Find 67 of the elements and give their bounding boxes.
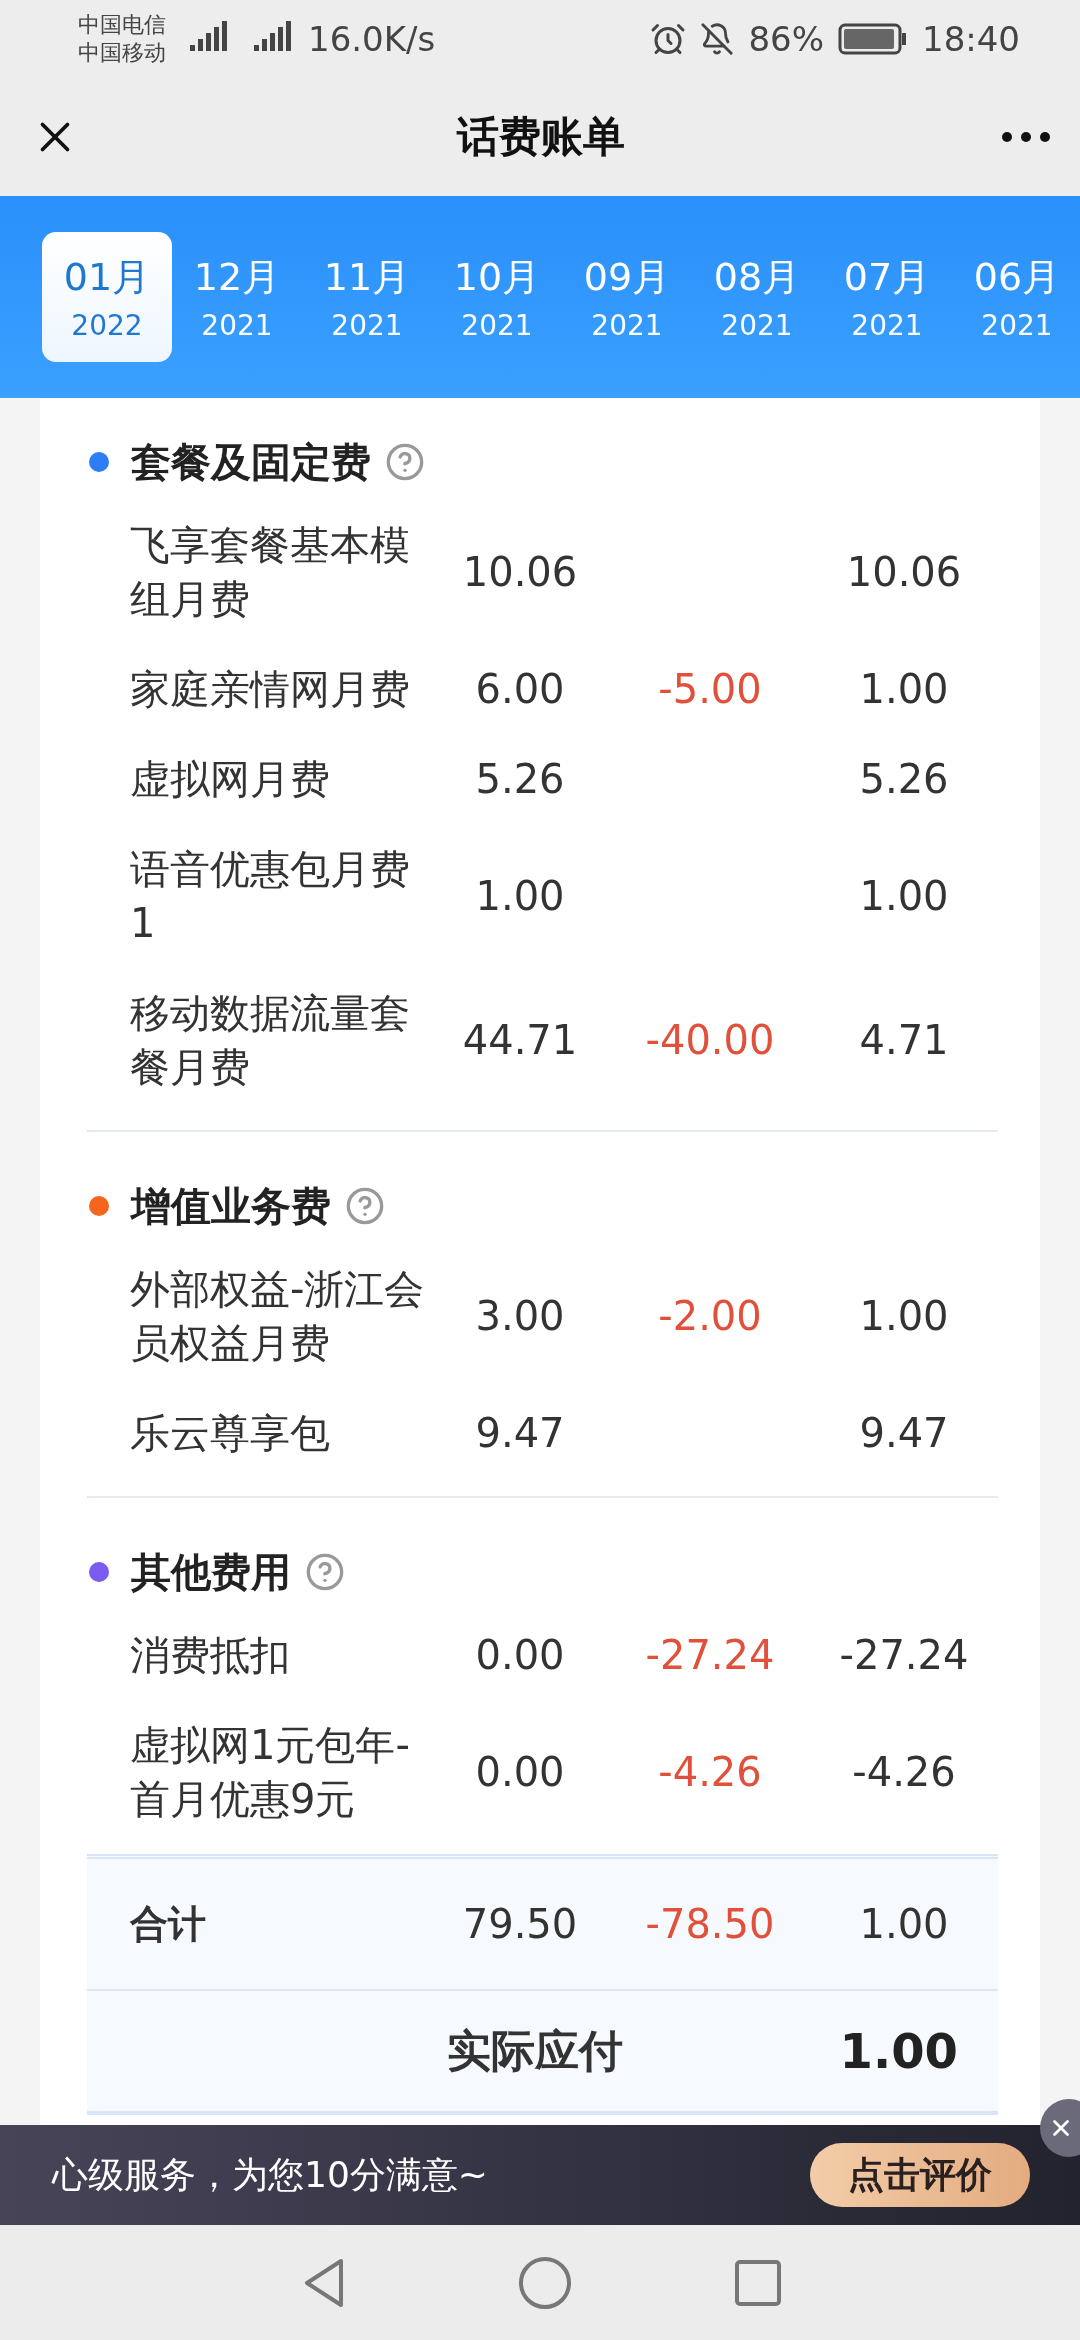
section-title: 其他费用 <box>131 1547 291 1597</box>
fee-payable: 1.00 <box>859 1293 949 1339</box>
fee-discount: -2.00 <box>658 1293 762 1339</box>
fee-payable: -4.26 <box>852 1749 956 1795</box>
more-button[interactable] <box>1002 132 1050 142</box>
fee-amount: 9.47 <box>475 1410 565 1456</box>
month-tab[interactable]: 11月 2021 <box>302 232 432 362</box>
fee-amount: 1.00 <box>475 873 565 919</box>
carrier-name: 中国移动 <box>78 39 166 67</box>
fee-discount: -27.24 <box>645 1632 775 1678</box>
carrier-name: 中国电信 <box>78 11 166 39</box>
help-icon[interactable] <box>345 1186 385 1226</box>
fee-discount: -4.26 <box>658 1749 762 1795</box>
month-tab[interactable]: 01月 2022 <box>42 232 172 362</box>
fee-payable: 1.00 <box>859 873 949 919</box>
fee-name: 飞享套餐基本模组月费 <box>130 521 411 624</box>
payable-label: 实际应付 <box>447 2023 623 2078</box>
fee-name: 移动数据流量套餐月费 <box>130 989 411 1092</box>
fee-discount: -5.00 <box>658 666 762 712</box>
month-tab[interactable]: 08月 2021 <box>692 232 822 362</box>
help-icon[interactable] <box>305 1552 345 1592</box>
fee-amount: 3.00 <box>475 1293 565 1339</box>
battery-percent: 86% <box>748 19 824 59</box>
fee-name: 语音优惠包月费1 <box>130 845 411 948</box>
recents-button[interactable] <box>733 2257 783 2308</box>
fee-payable: 9.47 <box>859 1410 949 1456</box>
network-speed: 16.0K/s <box>308 19 436 59</box>
clock-time: 18:40 <box>922 19 1020 59</box>
month-tab[interactable]: 06月 2021 <box>952 232 1080 362</box>
section-title: 套餐及固定费 <box>131 437 371 487</box>
fee-payable: 5.26 <box>859 756 949 802</box>
fee-payable: 10.06 <box>846 549 962 595</box>
fee-payable: 1.00 <box>859 666 949 712</box>
fee-amount: 44.71 <box>462 1017 578 1063</box>
total-discount: -78.50 <box>645 1901 775 1947</box>
total-amount: 79.50 <box>462 1901 578 1947</box>
banner-text: 心级服务，为您10分满意~ <box>52 2152 488 2197</box>
month-tab[interactable]: 09月 2021 <box>562 232 692 362</box>
help-icon[interactable] <box>385 442 425 482</box>
more-icon <box>1002 132 1050 142</box>
total-label: 合计 <box>130 1900 207 1948</box>
payable-amount: 1.00 <box>839 2023 958 2079</box>
alarm-icon <box>650 21 687 57</box>
fee-name: 外部权益-浙江会员权益月费 <box>130 1265 426 1368</box>
fee-discount: -40.00 <box>645 1017 775 1063</box>
fee-name: 乐云尊享包 <box>130 1409 331 1458</box>
fee-name: 消费抵扣 <box>130 1631 291 1680</box>
month-tab[interactable]: 10月 2021 <box>432 232 562 362</box>
fee-amount: 0.00 <box>475 1749 565 1795</box>
page-title: 话费账单 <box>457 111 625 163</box>
month-tab[interactable]: 12月 2021 <box>172 232 302 362</box>
section-title: 增值业务费 <box>131 1181 331 1231</box>
home-button[interactable] <box>517 2254 573 2311</box>
month-tab[interactable]: 07月 2021 <box>822 232 952 362</box>
rate-button[interactable]: 点击评价 <box>810 2143 1030 2207</box>
fee-amount: 0.00 <box>475 1632 565 1678</box>
battery-icon <box>838 22 908 56</box>
fee-name: 虚拟网月费 <box>130 755 331 804</box>
fee-amount: 6.00 <box>475 666 565 712</box>
fee-payable: -27.24 <box>839 1632 969 1678</box>
total-payable: 1.00 <box>859 1901 949 1947</box>
fee-payable: 4.71 <box>859 1017 949 1063</box>
fee-amount: 10.06 <box>462 549 578 595</box>
fee-amount: 5.26 <box>475 756 565 802</box>
fee-name: 家庭亲情网月费 <box>130 665 411 714</box>
fee-name: 虚拟网1元包年-首月优惠9元 <box>130 1721 411 1824</box>
mute-icon <box>700 22 735 56</box>
